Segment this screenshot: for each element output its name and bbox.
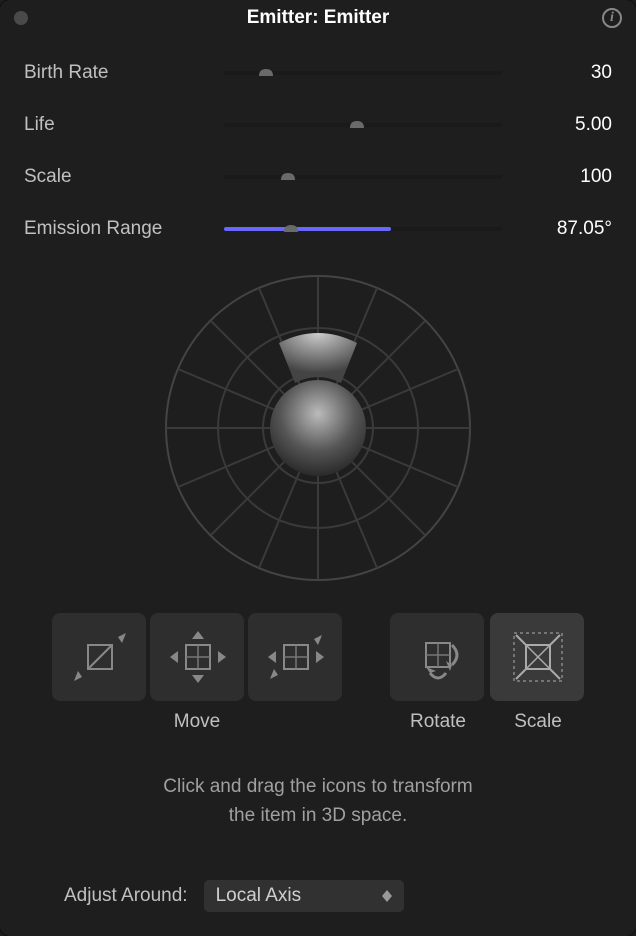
move-xz-icon xyxy=(260,625,330,689)
slider-thumb-icon xyxy=(348,116,366,134)
life-label: Life xyxy=(24,114,224,136)
birth-rate-value[interactable]: 30 xyxy=(502,62,612,84)
info-icon[interactable]: i xyxy=(602,8,622,28)
adjust-around-row: Adjust Around: Local Axis xyxy=(24,880,612,912)
transform-labels: Move Rotate Scale xyxy=(24,711,612,733)
slider-thumb-icon xyxy=(257,64,275,82)
life-row: Life 5.00 xyxy=(24,99,612,151)
move-xy-icon xyxy=(162,625,232,689)
move-xy-button[interactable] xyxy=(150,613,244,701)
titlebar: Emitter: Emitter i xyxy=(0,0,636,35)
move-screen-icon xyxy=(64,625,134,689)
slider-thumb-icon xyxy=(279,168,297,186)
hint-line-2: the item in 3D space. xyxy=(229,805,407,826)
move-label: Move xyxy=(51,711,343,733)
emission-range-label: Emission Range xyxy=(24,218,224,240)
emitter-panel: Emitter: Emitter i Birth Rate 30 Life xyxy=(0,0,636,936)
scale-label: Scale xyxy=(24,166,224,188)
birth-rate-slider[interactable] xyxy=(224,63,502,83)
birth-rate-row: Birth Rate 30 xyxy=(24,47,612,99)
scale-button[interactable] xyxy=(490,613,584,701)
transform-buttons xyxy=(24,613,612,701)
emission-range-slider[interactable] xyxy=(224,219,502,239)
life-value[interactable]: 5.00 xyxy=(502,114,612,136)
scale-label: Scale xyxy=(491,711,585,733)
birth-rate-label: Birth Rate xyxy=(24,62,224,84)
slider-fill xyxy=(224,227,391,231)
move-screen-button[interactable] xyxy=(52,613,146,701)
scale-row: Scale 100 xyxy=(24,151,612,203)
life-slider[interactable] xyxy=(224,115,502,135)
rotate-button[interactable] xyxy=(390,613,484,701)
adjust-around-select[interactable]: Local Axis xyxy=(204,880,404,912)
window-title: Emitter: Emitter xyxy=(0,7,636,29)
scale-icon xyxy=(502,625,572,689)
hint-text: Click and drag the icons to transform th… xyxy=(24,773,612,830)
rotate-label: Rotate xyxy=(391,711,485,733)
emission-direction-control[interactable] xyxy=(24,255,612,613)
rotate-icon xyxy=(402,625,472,689)
adjust-around-label: Adjust Around: xyxy=(64,885,188,907)
emission-range-row: Emission Range 87.05° xyxy=(24,203,612,255)
emission-range-value[interactable]: 87.05° xyxy=(502,218,612,240)
adjust-around-value: Local Axis xyxy=(216,885,302,907)
slider-thumb-icon xyxy=(282,220,300,238)
scale-value[interactable]: 100 xyxy=(502,166,612,188)
slider-track xyxy=(224,175,502,179)
content-area: Birth Rate 30 Life 5.00 Scale xyxy=(0,35,636,936)
scale-slider[interactable] xyxy=(224,167,502,187)
emission-wheel-icon xyxy=(163,273,473,583)
chevron-updown-icon xyxy=(382,890,392,902)
move-xz-button[interactable] xyxy=(248,613,342,701)
hint-line-1: Click and drag the icons to transform xyxy=(163,776,472,797)
close-window-button[interactable] xyxy=(14,11,28,25)
